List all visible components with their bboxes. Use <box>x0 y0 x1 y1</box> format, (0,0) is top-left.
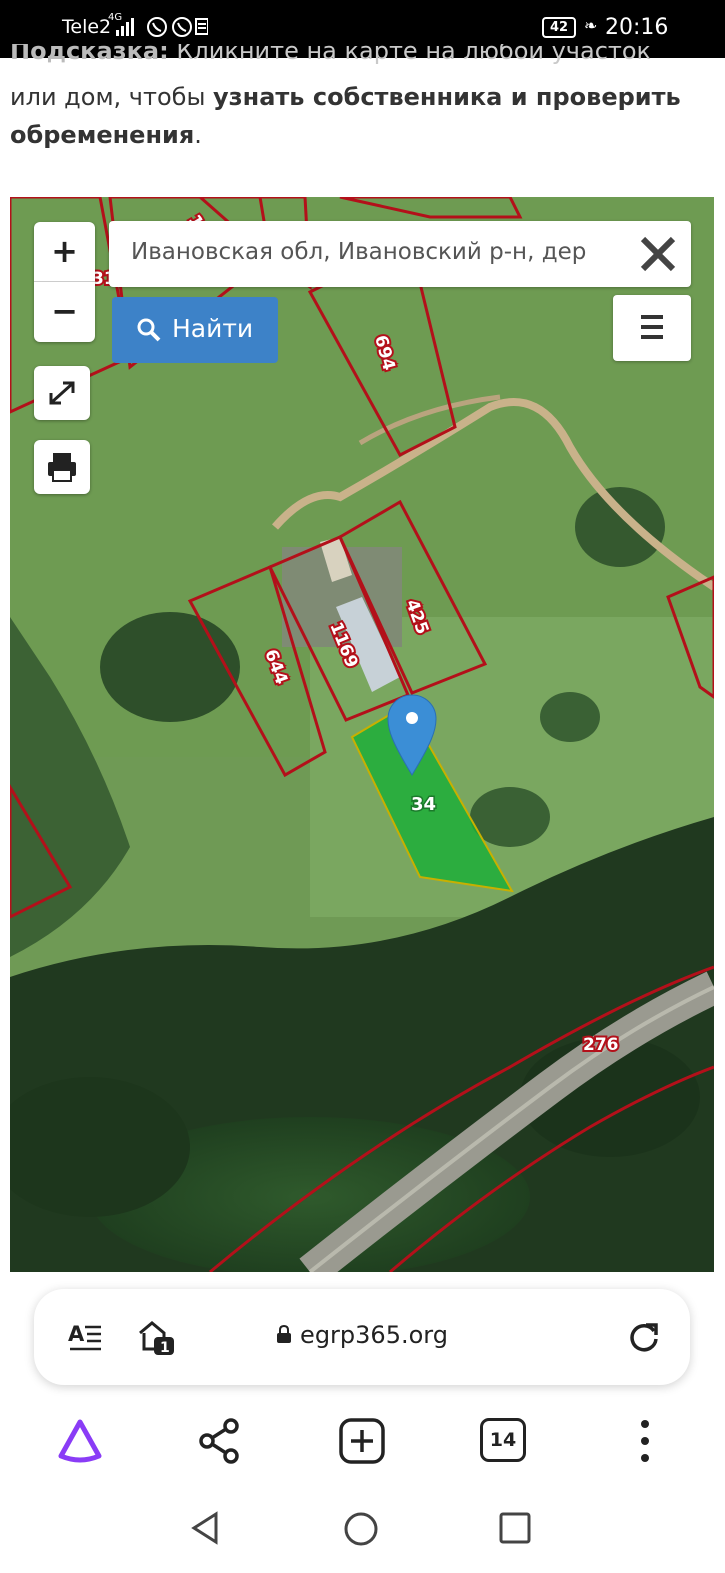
browser-toolbar <box>0 1398 725 1488</box>
map-menu-button[interactable] <box>613 295 691 361</box>
zoom-in-button[interactable]: + <box>34 222 95 282</box>
browser-address-bar[interactable]: A 1 egrp365.org <box>34 1289 690 1385</box>
find-label: Найти <box>172 314 254 343</box>
selected-parcel-label: 34 <box>411 794 436 815</box>
hint-plain-text: или дом, чтобы <box>10 83 214 111</box>
parcel-label: 276 <box>583 1035 619 1055</box>
home-icon[interactable] <box>342 1510 380 1548</box>
zoom-out-button[interactable]: − <box>34 282 95 342</box>
printer-icon <box>48 453 76 482</box>
hint-head-text: Кликните на карте на любой участок <box>176 44 652 65</box>
signal-icon <box>116 17 209 37</box>
search-icon <box>137 318 161 342</box>
system-nav-bar <box>0 1488 725 1573</box>
reload-icon[interactable] <box>626 1319 662 1355</box>
hint-text: Подсказка: Кликните на карте на любой уч… <box>10 44 715 154</box>
carrier-name: Tele2 <box>62 16 112 38</box>
print-button[interactable] <box>34 440 90 494</box>
hint-tail: . <box>194 121 202 149</box>
hint-head-label: Подсказка: <box>10 44 169 65</box>
share-icon[interactable] <box>195 1416 245 1466</box>
alice-assistant-icon[interactable] <box>55 1416 105 1466</box>
search-input[interactable]: Ивановская обл, Ивановский р-н, дер <box>131 239 617 265</box>
url-text: egrp365.org <box>300 1321 448 1349</box>
zoom-control: + − <box>34 222 95 342</box>
new-tab-icon[interactable] <box>337 1416 387 1466</box>
more-icon[interactable] <box>620 1416 670 1466</box>
hamburger-icon <box>641 315 663 339</box>
battery-icon: 42 <box>542 17 576 38</box>
clock: 20:16 <box>605 15 669 40</box>
url-display[interactable]: egrp365.org <box>34 1321 690 1349</box>
back-icon[interactable] <box>188 1510 224 1546</box>
find-button[interactable]: Найти <box>112 297 278 363</box>
address-search-field[interactable]: Ивановская обл, Ивановский р-н, дер <box>109 221 691 287</box>
lock-icon <box>277 1325 292 1343</box>
clear-icon[interactable] <box>637 233 679 275</box>
fullscreen-button[interactable] <box>34 366 90 420</box>
expand-icon <box>49 381 75 405</box>
tabs-icon[interactable]: 14 <box>480 1418 526 1462</box>
recents-icon[interactable] <box>498 1511 532 1545</box>
battery-saver-icon: ❧ <box>584 16 598 35</box>
notification-icons <box>116 14 209 45</box>
